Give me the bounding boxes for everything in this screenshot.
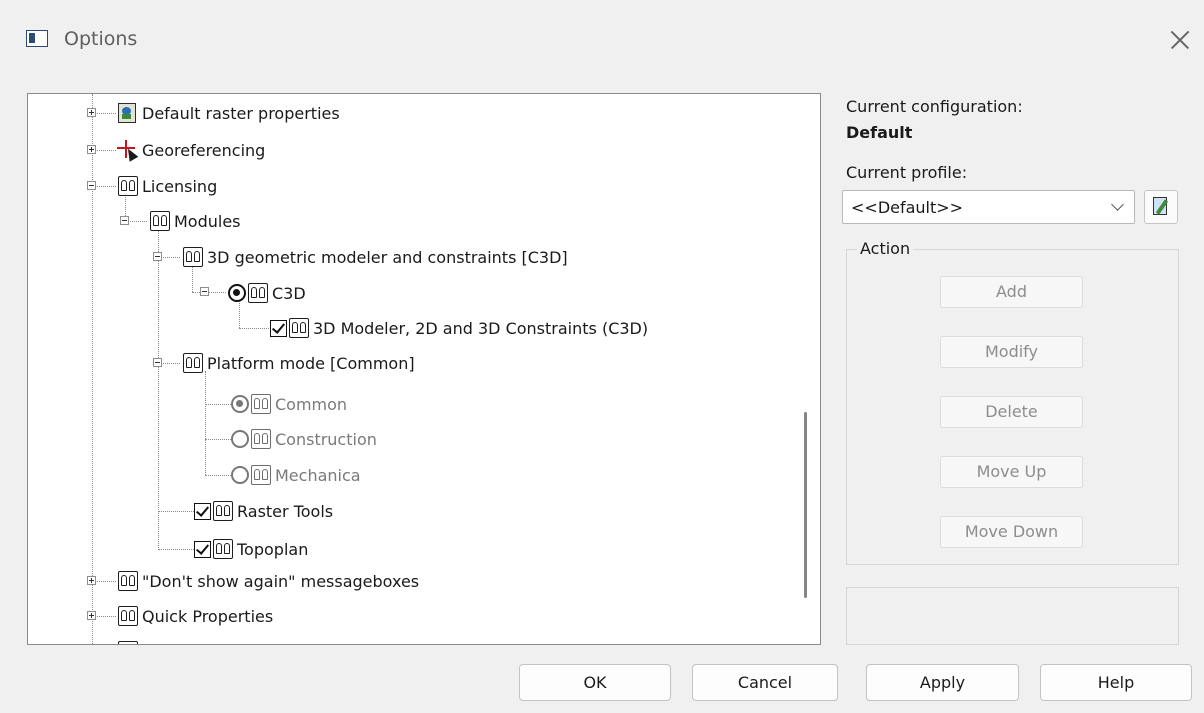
close-button[interactable] — [1164, 24, 1194, 56]
settings-switch-icon — [289, 318, 309, 338]
scrollbar-thumb[interactable] — [804, 412, 807, 598]
tree-item-label: Mechanica — [275, 465, 361, 485]
radio-empty-icon[interactable] — [231, 430, 249, 448]
collapse-toggle[interactable] — [120, 216, 129, 225]
vertical-scrollbar[interactable] — [791, 94, 820, 644]
radio-empty-icon[interactable] — [231, 466, 249, 484]
crosshair-pointer-icon — [116, 140, 139, 162]
settings-switch-icon — [213, 501, 233, 521]
collapse-toggle[interactable] — [200, 287, 209, 296]
expand-toggle[interactable] — [87, 611, 96, 620]
tree-item-licensing[interactable]: Licensing — [118, 174, 217, 198]
tree-item-label: Default raster properties — [142, 103, 340, 123]
tree-item-quick-properties[interactable]: Quick Properties — [118, 604, 273, 628]
modify-button[interactable]: Modify — [940, 336, 1083, 368]
cancel-button[interactable]: Cancel — [692, 664, 838, 701]
tree-item-label: Modules — [174, 211, 241, 231]
tree-item-construction[interactable]: Construction — [231, 427, 377, 451]
action-group-title: Action — [857, 239, 914, 258]
settings-switch-icon — [150, 211, 170, 231]
current-configuration-label: Current configuration: — [846, 97, 1023, 116]
tree-item-dont-show-again[interactable]: "Don't show again" messageboxes — [118, 569, 419, 593]
tree-item-label: Georeferencing — [142, 140, 266, 160]
tree-item-partial — [118, 639, 142, 644]
tree-item-georeferencing[interactable]: Georeferencing — [116, 138, 265, 162]
settings-switch-icon — [251, 465, 271, 485]
collapse-toggle[interactable] — [87, 181, 96, 190]
raster-image-icon — [118, 103, 136, 123]
expand-toggle[interactable] — [87, 108, 96, 117]
checkbox-checked-icon[interactable] — [270, 319, 287, 337]
action-group: Action Add Modify Delete Move Up Move Do… — [846, 239, 1179, 565]
tree-item-label: 3D geometric modeler and constraints [C3… — [207, 247, 568, 267]
tree-item-label: Raster Tools — [237, 501, 334, 521]
tree-item-common[interactable]: Common — [231, 392, 347, 416]
collapse-toggle[interactable] — [153, 252, 162, 261]
tree-item-default-raster-properties[interactable]: Default raster properties — [118, 101, 340, 125]
settings-switch-icon — [248, 283, 268, 303]
tree-item-label: Quick Properties — [142, 606, 274, 626]
tree-item-raster-tools[interactable]: Raster Tools — [194, 499, 333, 523]
move-up-button[interactable]: Move Up — [940, 456, 1083, 488]
tree-item-label: Construction — [275, 429, 377, 449]
title-bar: Options — [0, 0, 1204, 80]
radio-selected-icon[interactable] — [231, 395, 249, 413]
chevron-down-icon — [1111, 198, 1124, 211]
tree-item-label: 3D Modeler, 2D and 3D Constraints (C3D) — [313, 318, 649, 338]
tree-item-label: Common — [275, 394, 348, 414]
window-title: Options — [64, 28, 138, 50]
edit-profile-button[interactable] — [1144, 190, 1178, 224]
current-configuration-value: Default — [846, 123, 913, 142]
options-tree[interactable]: Default raster properties Georeferencing… — [27, 93, 821, 645]
tree-item-label: Licensing — [142, 176, 218, 196]
tree-item-label: Topoplan — [237, 539, 309, 559]
current-profile-label: Current profile: — [846, 163, 968, 182]
expand-toggle[interactable] — [87, 145, 96, 154]
settings-switch-icon — [118, 176, 138, 196]
tree-item-c3d-constraints[interactable]: 3D Modeler, 2D and 3D Constraints (C3D) — [270, 316, 648, 340]
tree-item-topoplan[interactable]: Topoplan — [194, 537, 308, 561]
settings-switch-icon — [183, 353, 203, 373]
tree-item-modules[interactable]: Modules — [150, 209, 241, 233]
ok-button[interactable]: OK — [519, 664, 671, 701]
tree-item-mechanica[interactable]: Mechanica — [231, 463, 361, 487]
tree-item-c3d-modeler[interactable]: 3D geometric modeler and constraints [C3… — [183, 245, 568, 269]
settings-switch-icon — [213, 539, 233, 559]
settings-switch-icon — [118, 571, 138, 591]
settings-switch-icon — [183, 247, 203, 267]
move-down-button[interactable]: Move Down — [940, 516, 1083, 548]
delete-button[interactable]: Delete — [940, 396, 1083, 428]
radio-selected-icon[interactable] — [228, 284, 246, 302]
checkbox-checked-icon[interactable] — [194, 502, 211, 520]
apply-button[interactable]: Apply — [866, 664, 1019, 701]
settings-switch-icon — [118, 641, 138, 644]
tree-item-label: "Don't show again" messageboxes — [142, 571, 420, 591]
collapse-toggle[interactable] — [153, 358, 162, 367]
tree-item-c3d[interactable]: C3D — [228, 281, 306, 305]
add-button[interactable]: Add — [940, 276, 1083, 308]
settings-switch-icon — [251, 394, 271, 414]
help-button[interactable]: Help — [1040, 664, 1192, 701]
settings-switch-icon — [118, 606, 138, 626]
profile-dropdown-value: <<Default>> — [851, 198, 964, 217]
description-box — [846, 587, 1179, 645]
app-icon — [26, 30, 48, 47]
tree-item-label: Platform mode [Common] — [207, 353, 415, 373]
settings-switch-icon — [251, 429, 271, 449]
tree-item-label: C3D — [272, 283, 306, 303]
checkbox-checked-icon[interactable] — [194, 540, 211, 558]
tree-item-platform-mode[interactable]: Platform mode [Common] — [183, 351, 415, 375]
expand-toggle[interactable] — [87, 576, 96, 585]
profile-dropdown[interactable]: <<Default>> — [842, 190, 1135, 224]
